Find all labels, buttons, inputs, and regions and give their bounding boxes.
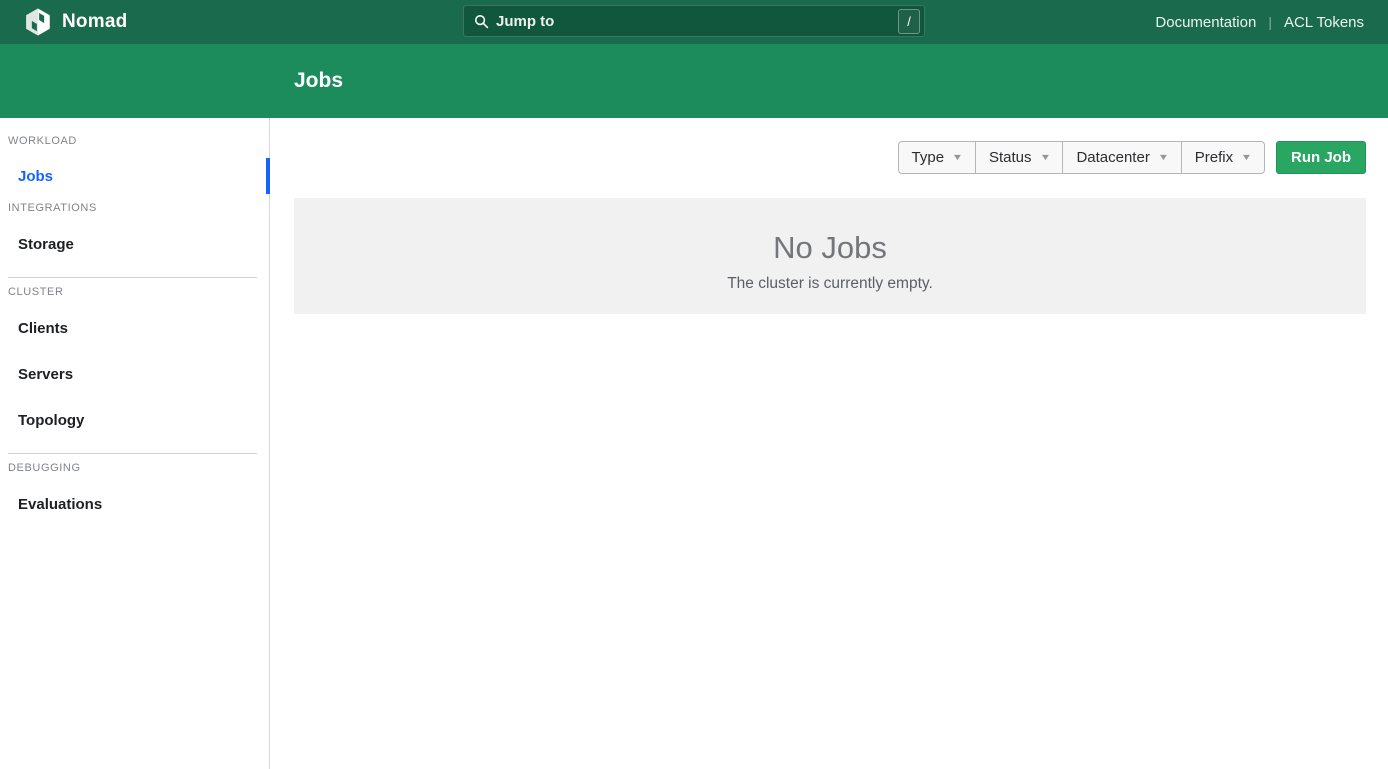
sidebar-item-label: Servers <box>18 366 73 383</box>
sidebar-item-label: Evaluations <box>18 496 102 513</box>
sidebar: WORKLOAD Jobs INTEGRATIONS Storage CLUST… <box>0 118 270 769</box>
sidebar-item-storage[interactable]: Storage <box>0 227 269 261</box>
filter-datacenter-dropdown[interactable]: Datacenter ▼ <box>1062 141 1181 174</box>
section-label-integrations: INTEGRATIONS <box>8 202 269 215</box>
filter-prefix-dropdown[interactable]: Prefix ▼ <box>1181 141 1265 174</box>
chevron-down-icon: ▼ <box>1241 153 1253 162</box>
section-label-cluster: CLUSTER <box>8 286 269 299</box>
sidebar-item-jobs[interactable]: Jobs <box>0 158 269 194</box>
nomad-logo-icon <box>24 8 52 36</box>
section-label-workload: WORKLOAD <box>8 135 269 148</box>
page-title: Jobs <box>294 69 343 93</box>
slash-shortcut-key: / <box>898 9 920 34</box>
chevron-down-icon: ▼ <box>1039 153 1051 162</box>
documentation-link[interactable]: Documentation <box>1155 14 1256 31</box>
jump-to-search[interactable]: / <box>463 5 925 37</box>
sidebar-item-label: Jobs <box>18 168 53 185</box>
links-divider: | <box>1268 14 1272 30</box>
sidebar-item-clients[interactable]: Clients <box>0 311 269 345</box>
chevron-down-icon: ▼ <box>952 153 964 162</box>
top-nav-bar: Nomad / Documentation | ACL Tokens <box>0 0 1388 44</box>
empty-state: No Jobs The cluster is currently empty. <box>294 198 1366 314</box>
filter-label: Prefix <box>1195 149 1233 166</box>
sidebar-item-label: Clients <box>18 320 68 337</box>
nomad-brand[interactable]: Nomad <box>24 8 127 36</box>
filter-button-group: Type ▼ Status ▼ Datacenter ▼ Prefix ▼ <box>898 141 1265 174</box>
filter-label: Datacenter <box>1076 149 1149 166</box>
brand-name: Nomad <box>62 11 127 33</box>
filter-status-dropdown[interactable]: Status ▼ <box>975 141 1063 174</box>
filter-label: Type <box>912 149 945 166</box>
empty-state-message: The cluster is currently empty. <box>727 275 933 293</box>
sidebar-divider <box>8 453 257 454</box>
content-area: WORKLOAD Jobs INTEGRATIONS Storage CLUST… <box>0 118 1388 769</box>
sidebar-item-evaluations[interactable]: Evaluations <box>0 487 269 521</box>
filter-label: Status <box>989 149 1032 166</box>
sidebar-item-label: Storage <box>18 236 74 253</box>
sidebar-item-label: Topology <box>18 412 84 429</box>
topbar-links: Documentation | ACL Tokens <box>1155 14 1364 31</box>
sidebar-item-topology[interactable]: Topology <box>0 403 269 437</box>
empty-state-title: No Jobs <box>773 230 887 266</box>
sidebar-item-servers[interactable]: Servers <box>0 357 269 391</box>
page-header-bar: Jobs <box>0 44 1388 118</box>
run-job-button[interactable]: Run Job <box>1276 141 1366 174</box>
chevron-down-icon: ▼ <box>1157 153 1169 162</box>
search-icon <box>474 14 489 29</box>
main-panel: Type ▼ Status ▼ Datacenter ▼ Prefix ▼ Ru… <box>270 118 1388 769</box>
jobs-toolbar: Type ▼ Status ▼ Datacenter ▼ Prefix ▼ Ru… <box>898 141 1366 174</box>
search-input[interactable] <box>496 13 898 30</box>
acl-tokens-link[interactable]: ACL Tokens <box>1284 14 1364 31</box>
filter-type-dropdown[interactable]: Type ▼ <box>898 141 976 174</box>
sidebar-divider <box>8 277 257 278</box>
section-label-debugging: DEBUGGING <box>8 462 269 475</box>
